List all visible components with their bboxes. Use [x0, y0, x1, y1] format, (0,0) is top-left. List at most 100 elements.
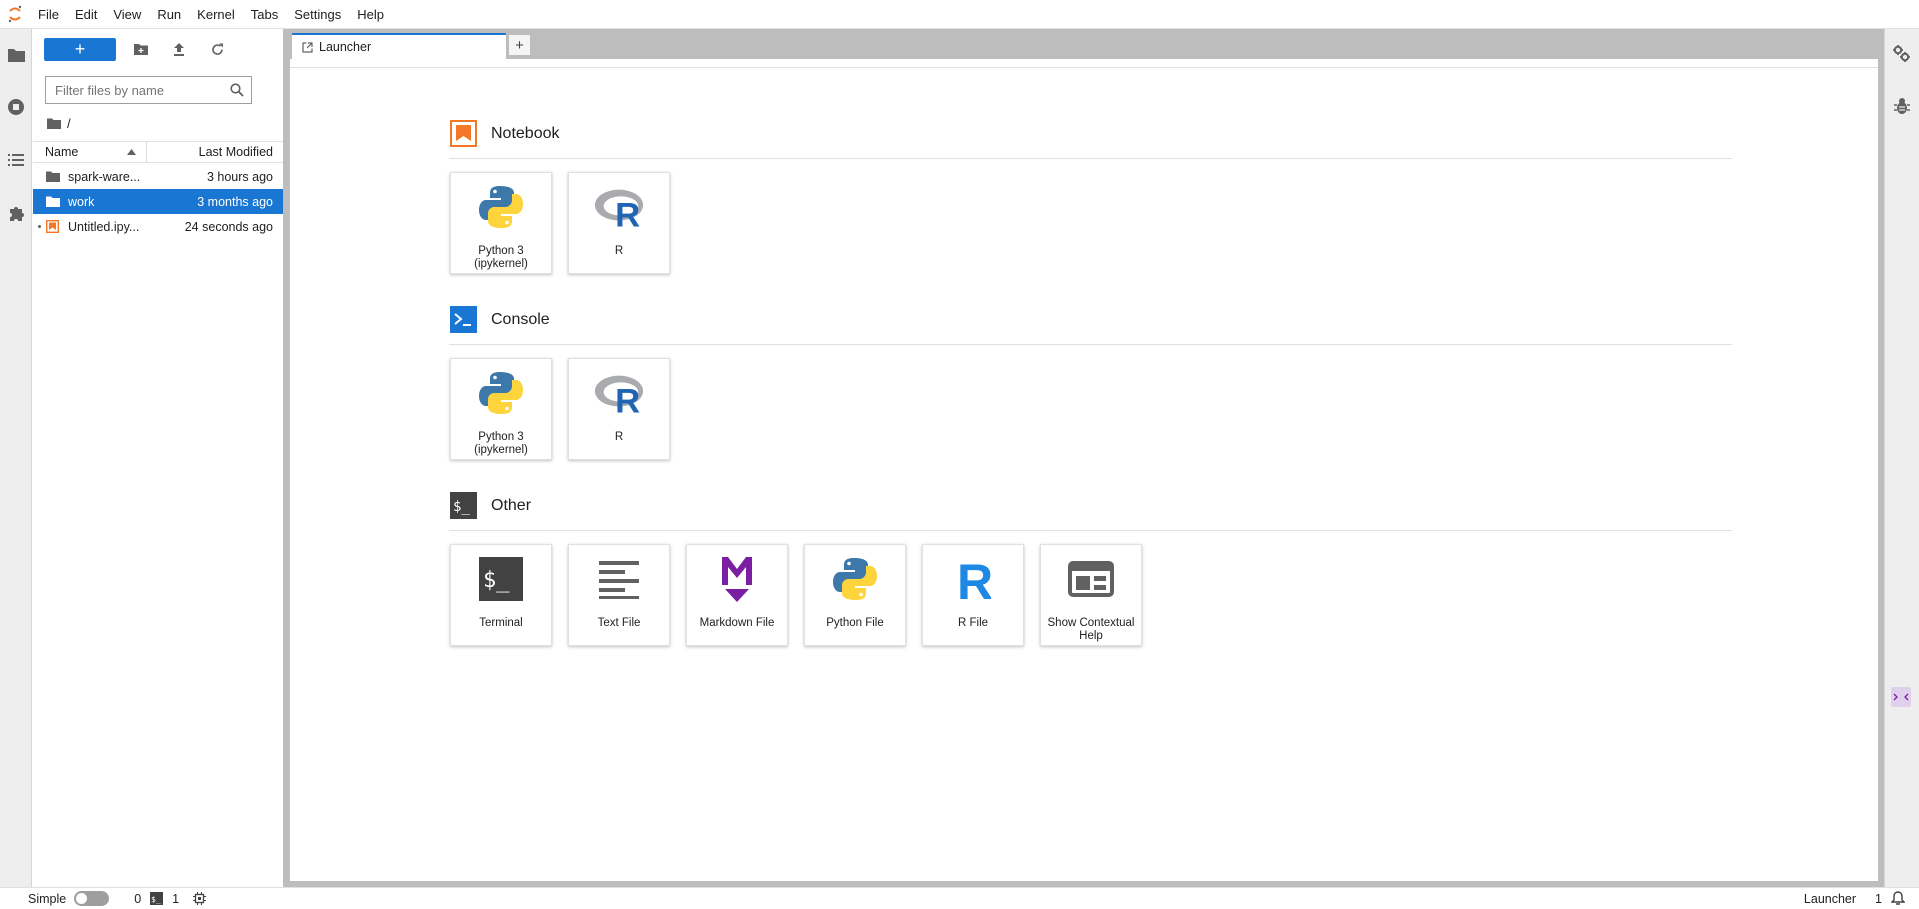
- running-kernels-icon[interactable]: [6, 97, 26, 117]
- menu-edit[interactable]: Edit: [67, 0, 105, 29]
- svg-text:$_: $_: [483, 568, 510, 593]
- card-python-file[interactable]: Python File: [804, 544, 906, 646]
- section-title: Notebook: [491, 124, 560, 142]
- upload-icon[interactable]: [166, 38, 192, 61]
- card-label: Markdown File: [699, 617, 775, 629]
- column-name-header[interactable]: Name: [33, 142, 147, 162]
- folder-icon: [46, 171, 62, 182]
- section-divider: [449, 344, 1732, 345]
- file-name: work: [68, 194, 95, 209]
- card-console-r[interactable]: R R: [568, 358, 670, 460]
- card-terminal[interactable]: $_ Terminal: [450, 544, 552, 646]
- jupyter-logo-icon: [0, 0, 30, 29]
- folder-icon: [46, 196, 62, 207]
- simple-mode-toggle[interactable]: [74, 891, 110, 906]
- card-label: R: [614, 245, 624, 257]
- debugger-bug-icon[interactable]: [1894, 97, 1910, 120]
- section-divider: [449, 158, 1732, 159]
- card-notebook-python3[interactable]: Python 3 (ipykernel): [450, 172, 552, 274]
- r-logo-icon: R: [593, 181, 645, 233]
- notification-bell-icon[interactable]: [1891, 891, 1905, 906]
- file-row-spark[interactable]: spark-ware... 3 hours ago: [33, 164, 283, 189]
- python-logo-icon: [475, 181, 527, 233]
- notebook-icon: [46, 220, 62, 233]
- new-launcher-button[interactable]: +: [44, 37, 116, 61]
- markdown-icon: [711, 553, 763, 605]
- right-activity-bar: [1884, 29, 1919, 887]
- card-label: Show Contextual Help: [1047, 617, 1135, 642]
- refresh-icon[interactable]: [204, 38, 230, 61]
- section-divider: [449, 530, 1732, 531]
- kernel-count[interactable]: 0: [134, 892, 141, 906]
- file-name: Untitled.ipy...: [68, 219, 140, 234]
- file-row-work[interactable]: work 3 months ago: [33, 189, 283, 214]
- r-file-icon: R: [947, 553, 999, 605]
- breadcrumb: /: [47, 116, 71, 131]
- card-label: Python 3 (ipykernel): [474, 245, 528, 270]
- filter-files-field[interactable]: [45, 76, 252, 104]
- menu-settings[interactable]: Settings: [286, 0, 349, 29]
- search-icon: [230, 83, 244, 102]
- breadcrumb-root[interactable]: /: [67, 116, 71, 131]
- left-activity-bar: [0, 29, 32, 887]
- card-text-file[interactable]: Text File: [568, 544, 670, 646]
- card-label: Python File: [826, 617, 884, 629]
- console-icon: [450, 306, 477, 333]
- new-folder-icon[interactable]: [128, 38, 154, 61]
- terminal-count[interactable]: 1: [172, 892, 179, 906]
- column-last-modified-header[interactable]: Last Modified: [147, 145, 283, 159]
- simple-mode-label: Simple: [28, 891, 67, 906]
- card-label: Text File: [597, 617, 641, 629]
- card-console-python3[interactable]: Python 3 (ipykernel): [450, 358, 552, 460]
- status-current-activity[interactable]: Launcher: [1804, 892, 1856, 906]
- file-row-untitled[interactable]: Untitled.ipy... 24 seconds ago: [33, 214, 283, 239]
- menu-tabs[interactable]: Tabs: [243, 0, 286, 29]
- folder-icon[interactable]: [47, 118, 61, 129]
- table-of-contents-icon[interactable]: [6, 150, 26, 170]
- svg-text:$_: $_: [151, 895, 161, 904]
- file-listing-header: Name Last Modified: [33, 141, 283, 163]
- card-label: R File: [957, 617, 989, 629]
- terminal-status-icon: $_: [150, 892, 164, 905]
- file-modified: 24 seconds ago: [184, 219, 273, 234]
- folder-icon[interactable]: [6, 45, 26, 65]
- panel-splitter[interactable]: [283, 29, 290, 887]
- card-contextual-help[interactable]: Show Contextual Help: [1040, 544, 1142, 646]
- menu-file[interactable]: File: [30, 0, 67, 29]
- status-bar: Simple 0 $_ 1 Launcher 1: [0, 887, 1919, 909]
- add-tab-button[interactable]: +: [508, 34, 531, 56]
- tab-launcher[interactable]: Launcher: [292, 33, 506, 59]
- terminal-icon: $_: [475, 553, 527, 605]
- file-listing: spark-ware... 3 hours ago work 3 months …: [33, 164, 283, 239]
- property-inspector-icon[interactable]: [1893, 45, 1911, 68]
- card-markdown-file[interactable]: Markdown File: [686, 544, 788, 646]
- svg-text:R: R: [957, 555, 991, 603]
- launcher-panel: Notebook Python 3 (ipykernel) R R Consol…: [290, 59, 1878, 881]
- kernel-status-chip-icon[interactable]: [193, 892, 207, 905]
- file-browser-panel: + / Name Last Modified spark-: [33, 29, 283, 887]
- menu-bar: File Edit View Run Kernel Tabs Settings …: [0, 0, 1919, 29]
- file-browser-toolbar: +: [44, 37, 230, 61]
- card-notebook-r[interactable]: R R: [568, 172, 670, 274]
- file-modified: 3 months ago: [197, 194, 273, 209]
- r-logo-icon: R: [593, 367, 645, 419]
- running-indicator: [38, 225, 41, 228]
- collapse-panel-icon[interactable]: [1891, 687, 1911, 712]
- filter-files-input[interactable]: [55, 82, 225, 98]
- menu-view[interactable]: View: [105, 0, 149, 29]
- menu-run[interactable]: Run: [149, 0, 189, 29]
- tab-label: Launcher: [319, 40, 372, 54]
- menu-kernel[interactable]: Kernel: [189, 0, 243, 29]
- section-title: Other: [491, 496, 532, 514]
- extensions-puzzle-icon[interactable]: [6, 203, 26, 223]
- menu-help[interactable]: Help: [349, 0, 392, 29]
- file-modified: 3 hours ago: [206, 169, 273, 184]
- tab-bar: Launcher +: [290, 29, 1884, 59]
- card-label: Terminal: [479, 617, 523, 629]
- terminal-icon: $_: [450, 492, 477, 519]
- svg-text:$_: $_: [453, 499, 470, 515]
- card-r-file[interactable]: R R File: [922, 544, 1024, 646]
- launcher-tab-icon: [302, 41, 313, 53]
- svg-text:R: R: [615, 382, 640, 415]
- text-file-icon: [593, 553, 645, 605]
